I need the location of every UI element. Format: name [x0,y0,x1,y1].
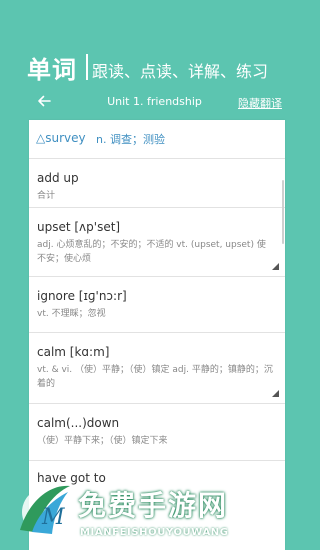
word-entry[interactable]: ignore [ɪɡ'nɔ:r] vt. 不理睬；忽视 [29,277,285,333]
hide-translation-toggle[interactable]: 隐藏翻译 [238,95,282,111]
watermark-text: 免费手游网 [78,489,229,522]
banner: 单词 跟读、点读、详解、练习 [0,0,309,90]
navbar: Unit 1. friendship 隐藏翻译 [0,90,309,116]
banner-divider [86,54,88,80]
word-entry[interactable]: calm [kɑ:m] vt. & vi. （使）平静；（使）镇定 adj. 平… [29,333,285,404]
scrollbar[interactable] [282,180,284,244]
entry-meaning: 合计 [37,191,56,201]
word-header[interactable]: △survey n. 调查；测验 [29,120,285,159]
entry-word: calm [kɑ:m] [37,345,110,359]
banner-subtitle: 跟读、点读、详解、练习 [92,62,269,81]
svg-text:M: M [41,505,65,530]
header-definition: n. 调查；测验 [96,133,165,146]
header-word: △survey [36,131,86,145]
expand-corner-icon[interactable] [272,263,279,270]
expand-corner-icon[interactable] [272,390,279,397]
entry-word: add up [37,171,79,185]
entry-meaning: vt. & vi. （使）平静；（使）镇定 adj. 平静的；镇静的；沉着的 [37,365,273,389]
entry-meaning: vt. 不理睬；忽视 [37,309,106,319]
entry-word: upset [ʌp'set] [37,220,121,234]
word-entry[interactable]: add up 合计 [29,159,285,208]
entry-word: calm(...)down [37,416,120,430]
word-entry[interactable]: calm(...)down （使）平静下来；（使）镇定下来 [29,404,285,461]
word-entry[interactable]: upset [ʌp'set] adj. 心烦意乱的；不安的；不适的 vt. (u… [29,208,285,277]
entry-word: ignore [ɪɡ'nɔ:r] [37,289,127,303]
entry-meaning: adj. 心烦意乱的；不安的；不适的 vt. (upset, upset) 使不… [37,240,266,264]
banner-title: 单词 [27,56,77,84]
watermark-logo-icon: M [20,485,70,536]
watermark-url: MIANFEISHOUYOUWANG [80,527,229,538]
entry-meaning: （使）平静下来；（使）镇定下来 [37,436,168,446]
